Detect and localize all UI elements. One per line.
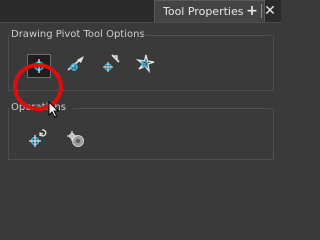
tab-divider	[261, 4, 262, 18]
pivot-spark-tool-icon[interactable]	[134, 52, 158, 76]
pivot-animation-tool-icon[interactable]	[64, 52, 88, 76]
tab-title: Tool Properties	[163, 5, 244, 18]
plus-icon[interactable]: +	[245, 3, 259, 19]
pivot-settings-icon[interactable]	[64, 127, 88, 151]
close-icon[interactable]: ✕	[263, 3, 277, 19]
tool-properties-panel: Drawing Pivot Tool Options Operations	[0, 22, 281, 223]
reset-pivot-icon[interactable]	[26, 127, 50, 151]
pivot-transform-tool-icon[interactable]	[98, 52, 122, 76]
panel-tab-bar: Tool Properties + ✕	[0, 0, 281, 22]
drawing-pivot-mode-icon[interactable]	[27, 54, 51, 78]
